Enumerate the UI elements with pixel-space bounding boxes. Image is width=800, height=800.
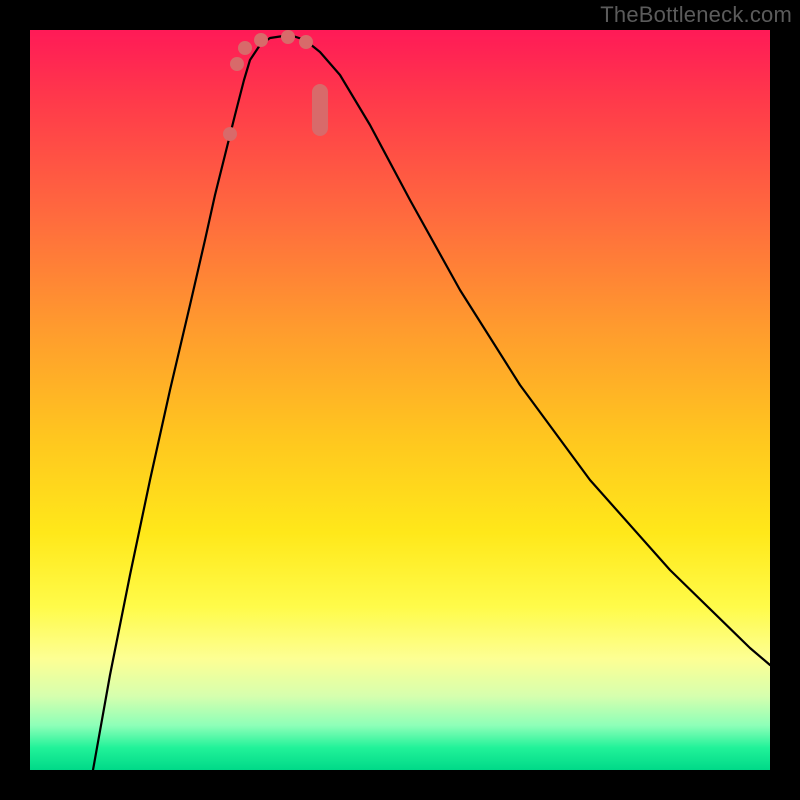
chart-svg [30,30,770,770]
bottleneck-curve [93,35,770,770]
data-marker [299,35,313,49]
watermark-text: TheBottleneck.com [600,2,792,28]
data-marker [312,84,328,136]
data-marker [281,30,295,44]
data-marker [238,41,252,55]
data-marker [230,57,244,71]
data-marker [223,127,237,141]
data-marker [254,33,268,47]
plot-area [30,30,770,770]
chart-frame: TheBottleneck.com [0,0,800,800]
